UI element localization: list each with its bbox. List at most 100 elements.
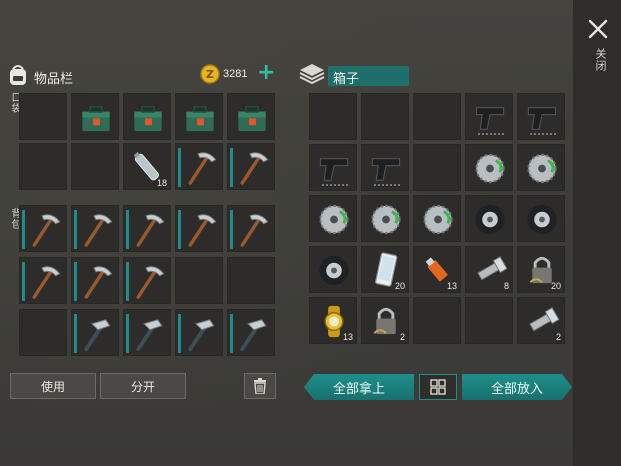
use-button[interactable]: 使用	[10, 373, 96, 399]
box-slot[interactable]: 20	[361, 246, 409, 293]
trash-button[interactable]	[244, 373, 276, 399]
pocket-slot[interactable]: 18	[123, 143, 171, 190]
pickaxe-icon	[136, 214, 165, 247]
box-slot[interactable]: 20	[517, 246, 565, 293]
saw-blade-icon	[423, 204, 453, 235]
box-slot[interactable]	[361, 144, 409, 191]
hammer-icon	[136, 319, 163, 352]
box-slot[interactable]: 2	[361, 297, 409, 344]
pickaxe-icon	[84, 214, 113, 247]
box-slot[interactable]	[517, 93, 565, 140]
sort-button[interactable]	[419, 374, 457, 400]
backpack-slot[interactable]	[227, 205, 275, 252]
box-slot[interactable]	[413, 144, 461, 191]
pickaxe-icon	[136, 266, 165, 299]
box-slot[interactable]	[309, 246, 357, 293]
box-slot[interactable]	[361, 93, 409, 140]
split-button[interactable]: 分开	[100, 373, 186, 399]
take-all-button[interactable]: 全部拿上	[304, 374, 414, 400]
box-slot[interactable]	[413, 297, 461, 344]
backpack-slot[interactable]	[123, 205, 171, 252]
toolbox-icon	[134, 105, 162, 132]
pocket-slot[interactable]	[227, 143, 275, 190]
hammer-icon	[188, 319, 215, 352]
backpack-slot[interactable]	[123, 309, 171, 356]
pickaxe-icon	[84, 266, 113, 299]
pistol-icon	[475, 107, 505, 130]
item-count: 18	[156, 178, 167, 188]
pocket-slot[interactable]	[175, 93, 223, 140]
backpack-slot[interactable]	[19, 257, 67, 304]
pocket-slot[interactable]	[227, 93, 275, 140]
pickaxe-icon	[188, 214, 217, 247]
box-slot[interactable]	[413, 195, 461, 242]
box-slot[interactable]: 13	[413, 246, 461, 293]
item-count: 2	[399, 332, 405, 342]
box-slot[interactable]	[465, 144, 513, 191]
box-title: 箱子	[333, 72, 360, 87]
box-slot[interactable]	[517, 144, 565, 191]
backpack-slot[interactable]	[71, 205, 119, 252]
pickaxe-icon	[240, 152, 269, 185]
crate-icon	[299, 64, 325, 85]
pickaxe-icon	[240, 214, 269, 247]
pocket-slot[interactable]	[175, 143, 223, 190]
ammo-dots	[374, 184, 402, 186]
box-slot[interactable]	[361, 195, 409, 242]
backpack-slot[interactable]	[19, 309, 67, 356]
pocket-slot[interactable]	[71, 143, 119, 190]
saw-blade-icon	[371, 204, 401, 235]
toolbox-icon	[238, 105, 266, 132]
pickaxe-icon	[188, 152, 217, 185]
tire-icon	[319, 255, 349, 286]
backpack-slot[interactable]	[19, 205, 67, 252]
box-slot[interactable]	[309, 195, 357, 242]
grid-sort-icon	[430, 379, 446, 395]
item-count: 20	[394, 281, 405, 291]
pocket-slot[interactable]	[123, 93, 171, 140]
hammer-icon	[84, 319, 111, 352]
box-slot[interactable]	[309, 93, 357, 140]
box-slot[interactable]	[517, 195, 565, 242]
close-button[interactable]: 关闭	[583, 14, 613, 84]
item-count: 13	[446, 281, 457, 291]
toolbox-icon	[82, 105, 110, 132]
item-count: 13	[342, 332, 353, 342]
backpack-slot[interactable]	[175, 257, 223, 304]
backpack-slot[interactable]	[227, 257, 275, 304]
pistol-icon	[371, 158, 401, 181]
box-slot[interactable]	[465, 195, 513, 242]
pistol-icon	[319, 158, 349, 181]
box-slot[interactable]	[465, 297, 513, 344]
box-slot[interactable]	[413, 93, 461, 140]
box-slot[interactable]: 8	[465, 246, 513, 293]
coin-icon: Z	[200, 64, 220, 84]
hammer-icon	[240, 319, 267, 352]
ammo-dots	[478, 133, 506, 135]
box-title-bar: 箱子	[328, 66, 409, 87]
trash-icon	[254, 378, 266, 394]
backpack-slot[interactable]	[123, 257, 171, 304]
saw-blade-icon	[475, 153, 505, 184]
inventory-title: 物品栏	[34, 72, 74, 87]
tire-icon	[475, 204, 505, 235]
put-all-button[interactable]: 全部放入	[462, 374, 572, 400]
pocket-slot[interactable]	[19, 93, 67, 140]
box-slot[interactable]	[309, 144, 357, 191]
backpack-slot[interactable]	[71, 309, 119, 356]
backpack-slot[interactable]	[71, 257, 119, 304]
pocket-slot[interactable]	[19, 143, 67, 190]
backpack-slot[interactable]	[227, 309, 275, 356]
toolbox-icon	[186, 105, 214, 132]
box-slot[interactable]: 13	[309, 297, 357, 344]
box-slot[interactable]	[465, 93, 513, 140]
add-coins-button[interactable]: +	[257, 60, 275, 85]
coin-amount: 3281	[223, 68, 248, 80]
backpack-slot[interactable]	[175, 205, 223, 252]
pocket-slot[interactable]	[71, 93, 119, 140]
ammo-dots	[530, 133, 558, 135]
pickaxe-icon	[32, 214, 61, 247]
item-count: 8	[503, 281, 509, 291]
box-slot[interactable]: 2	[517, 297, 565, 344]
backpack-slot[interactable]	[175, 309, 223, 356]
